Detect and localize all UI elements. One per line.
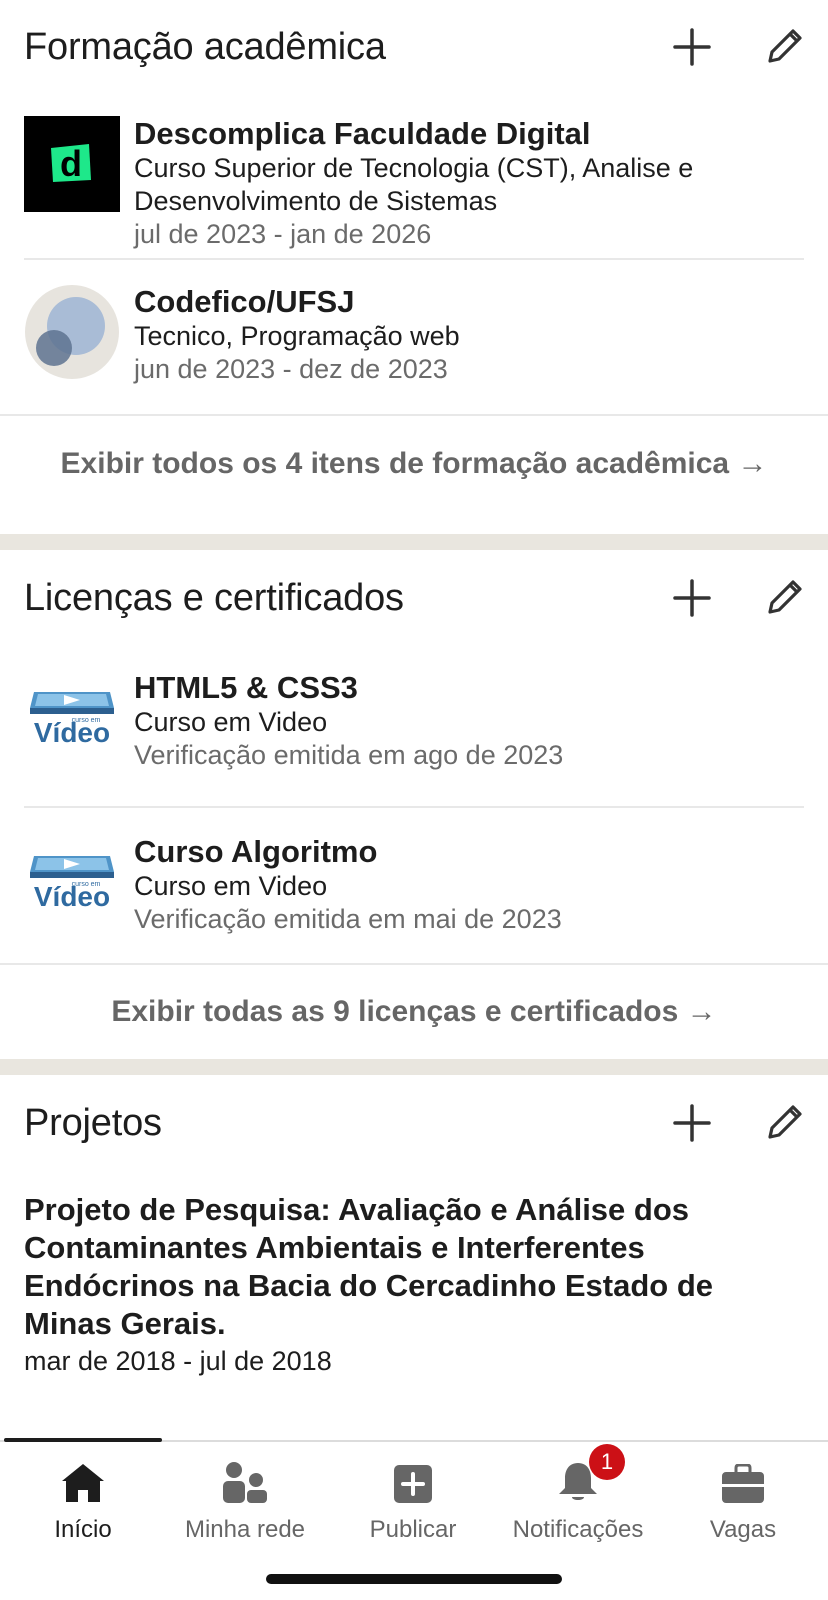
curso-em-video-logo: Vídeo curso em xyxy=(24,834,120,930)
nav-network[interactable]: Minha rede xyxy=(162,1452,328,1544)
logo-subtext: curso em xyxy=(72,717,101,724)
projects-title: Projetos xyxy=(24,1101,162,1144)
education-item[interactable]: d Descomplica Faculdade Digital Curso Su… xyxy=(0,94,828,258)
education-item[interactable]: Codefico/UFSJ Tecnico, Programação web j… xyxy=(0,260,828,414)
logo-subtext: curso em xyxy=(72,881,101,888)
nav-label: Notificações xyxy=(512,1516,644,1543)
license-name: HTML5 & CSS3 xyxy=(134,670,358,705)
issue-date: Verificação emitida em ago de 2023 xyxy=(134,740,564,770)
add-project-button[interactable] xyxy=(668,1099,716,1147)
plus-icon xyxy=(673,28,711,66)
degree: Curso Superior de Tecnologia (CST), Anal… xyxy=(134,153,694,216)
nav-home[interactable]: Início xyxy=(0,1452,166,1544)
nav-jobs[interactable]: Vagas xyxy=(660,1452,826,1544)
nav-post[interactable]: Publicar xyxy=(330,1452,496,1544)
edit-project-button[interactable] xyxy=(760,1099,808,1147)
network-icon xyxy=(223,1462,267,1503)
education-header: Formação acadêmica xyxy=(0,0,828,94)
school-logo-placeholder xyxy=(24,284,120,380)
nav-notifications[interactable]: 1 Notificações xyxy=(495,1444,661,1544)
home-icon xyxy=(62,1464,104,1502)
project-dates: mar de 2018 - jul de 2018 xyxy=(24,1346,332,1376)
add-education-button[interactable] xyxy=(668,23,716,71)
pencil-icon xyxy=(768,29,802,63)
education-title: Formação acadêmica xyxy=(24,25,386,68)
dates: jun de 2023 - dez de 2023 xyxy=(134,354,448,384)
project-item[interactable]: Projeto de Pesquisa: Avaliação e Análise… xyxy=(0,1171,828,1379)
pencil-icon xyxy=(768,1105,802,1139)
degree: Tecnico, Programação web xyxy=(134,321,460,351)
active-tab-indicator xyxy=(4,1438,162,1442)
descomplica-logo: d xyxy=(24,116,120,212)
school-name: Codefico/UFSJ xyxy=(134,284,355,319)
license-name: Curso Algoritmo xyxy=(134,834,378,869)
plus-icon xyxy=(673,579,711,617)
show-all-education-link[interactable]: Exibir todos os 4 itens de formação acad… xyxy=(0,416,828,512)
show-all-licenses-link[interactable]: Exibir todas as 9 licenças e certificado… xyxy=(0,965,828,1059)
plus-icon xyxy=(673,1104,711,1142)
home-indicator xyxy=(266,1574,562,1584)
issuer: Curso em Video xyxy=(134,707,328,737)
licenses-title: Licenças e certificados xyxy=(24,576,404,619)
curso-em-video-logo: Vídeo curso em xyxy=(24,670,120,766)
school-name: Descomplica Faculdade Digital xyxy=(134,116,591,151)
descomplica-logo-letter: d xyxy=(60,143,82,184)
project-name: Projeto de Pesquisa: Avaliação e Análise… xyxy=(24,1192,714,1341)
nav-label: Publicar xyxy=(369,1516,457,1543)
briefcase-icon xyxy=(722,1464,764,1503)
nav-label: Vagas xyxy=(709,1516,777,1543)
section-separator xyxy=(0,534,828,550)
license-item[interactable]: Vídeo curso em Curso Algoritmo Curso em … xyxy=(0,808,828,963)
section-separator xyxy=(0,1059,828,1075)
license-item[interactable]: Vídeo curso em HTML5 & CSS3 Curso em Vid… xyxy=(0,646,828,806)
projects-header: Projetos xyxy=(0,1075,828,1171)
education-section: Formação acadêmica d Descomplica Faculda… xyxy=(0,0,828,534)
licenses-header: Licenças e certificados xyxy=(0,550,828,646)
licenses-section: Licenças e certificados Vídeo curso em H… xyxy=(0,550,828,1059)
nav-label: Minha rede xyxy=(184,1516,306,1543)
edit-education-button[interactable] xyxy=(760,23,808,71)
dates: jul de 2023 - jan de 2026 xyxy=(134,219,432,249)
projects-section: Projetos Projeto de Pesquisa: Avaliação … xyxy=(0,1075,828,1405)
issuer: Curso em Video xyxy=(134,871,328,901)
post-icon xyxy=(394,1465,432,1503)
add-license-button[interactable] xyxy=(668,574,716,622)
notification-badge: 1 xyxy=(589,1444,625,1480)
pencil-icon xyxy=(768,580,802,614)
edit-license-button[interactable] xyxy=(760,574,808,622)
issue-date: Verificação emitida em mai de 2023 xyxy=(134,904,562,934)
nav-label: Início xyxy=(54,1516,112,1543)
